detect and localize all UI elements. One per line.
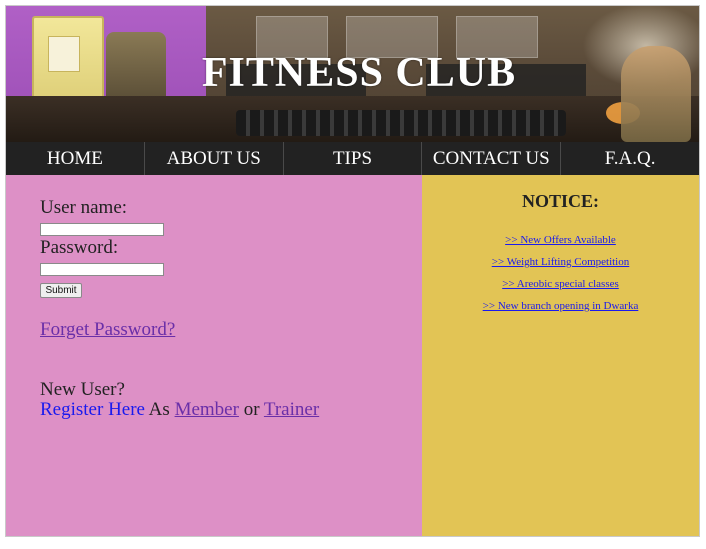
list-item: >> New branch opening in Dwarka — [422, 295, 699, 317]
new-user-label: New User? — [40, 379, 125, 400]
member-link[interactable]: Member — [175, 399, 239, 420]
header-banner: FITNESS CLUB — [6, 6, 699, 142]
nav-tips[interactable]: TIPS — [282, 142, 422, 175]
register-here-link[interactable]: Register Here — [40, 399, 145, 420]
trainer-link[interactable]: Trainer — [264, 399, 319, 420]
submit-button[interactable]: Submit — [40, 283, 82, 298]
notice-list: >> New Offers Available >> Weight Liftin… — [422, 229, 699, 317]
nav-contact-us[interactable]: CONTACT US — [421, 142, 560, 175]
password-input[interactable] — [40, 263, 164, 276]
list-item: >> Areobic special classes — [422, 273, 699, 295]
site-title: FITNESS CLUB — [201, 50, 517, 96]
notice-panel: NOTICE: >> New Offers Available >> Weigh… — [422, 175, 699, 536]
notice-link-weight-lifting[interactable]: >> Weight Lifting Competition — [492, 256, 630, 268]
notice-link-new-offers[interactable]: >> New Offers Available — [505, 234, 616, 246]
nav-faq[interactable]: F.A.Q. — [560, 142, 699, 175]
notice-link-new-branch[interactable]: >> New branch opening in Dwarka — [483, 300, 639, 312]
login-panel: User name: Password: Submit Forget Passw… — [6, 175, 422, 536]
notice-title: NOTICE: — [521, 191, 599, 211]
banner-photo-dumbbells — [236, 110, 566, 136]
nav-about-us[interactable]: ABOUT US — [143, 142, 283, 175]
list-item: >> New Offers Available — [422, 229, 699, 251]
username-label: User name: — [40, 197, 128, 218]
list-item: >> Weight Lifting Competition — [422, 251, 699, 273]
username-input[interactable] — [40, 223, 164, 236]
nav-home[interactable]: HOME — [6, 142, 144, 175]
forgot-password-link[interactable]: Forget Password? — [40, 319, 175, 341]
main-nav: HOME ABOUT US TIPS CONTACT US F.A.Q. — [6, 142, 699, 175]
password-label: Password: — [40, 237, 119, 258]
register-line: Register Here As Member or Trainer — [40, 399, 319, 421]
as-text: As — [144, 399, 175, 420]
or-text: or — [238, 399, 264, 420]
notice-link-aerobic-classes[interactable]: >> Areobic special classes — [502, 278, 619, 290]
